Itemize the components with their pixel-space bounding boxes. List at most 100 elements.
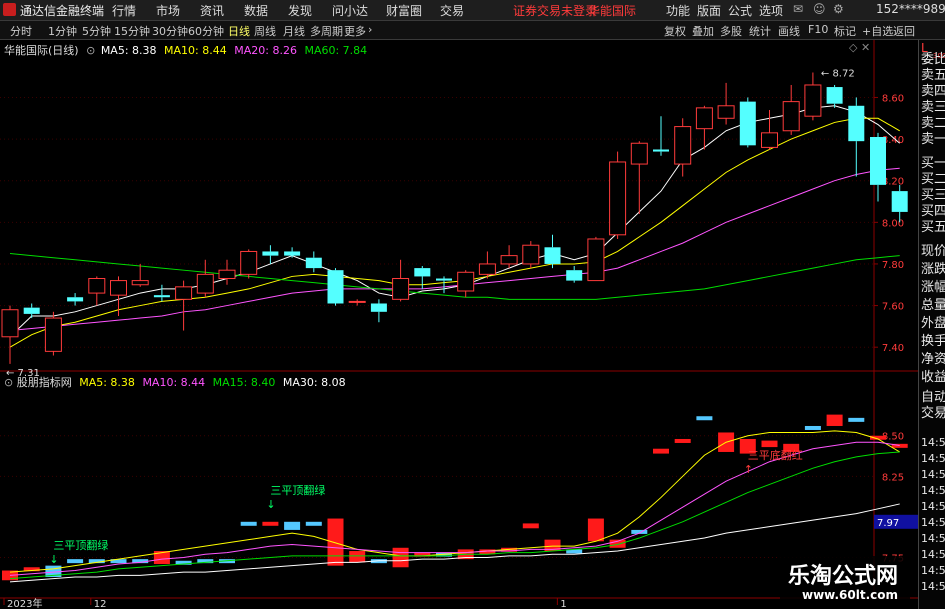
ma20-label: MA20: 8.26 (234, 44, 297, 57)
candle-body (1, 309, 19, 338)
watermark-logo: 乐淘公式网 www.60lt.com (780, 556, 910, 606)
ma60-label: MA60: 7.84 (304, 44, 368, 57)
indicator-bar (848, 417, 865, 422)
candle-body (262, 251, 279, 256)
candle-body (240, 250, 258, 275)
candle-body (782, 101, 800, 132)
candle-body (196, 273, 214, 294)
candle-body (327, 270, 344, 304)
high-price-marker: ← 8.72 (821, 68, 855, 79)
candle-body (414, 268, 431, 277)
x-tick-label: 1 (560, 599, 566, 609)
y-tick-label: 7.60 (882, 302, 904, 313)
ind-ma30-label: MA30: 8.08 (282, 376, 346, 389)
indicator-bar (804, 425, 821, 430)
candle-body (305, 257, 322, 269)
y-tick-label: 8.00 (882, 218, 904, 229)
tick-time: 14:56 (921, 436, 945, 449)
side-item: 外盘 (921, 316, 945, 331)
candle (522, 241, 540, 269)
indicator-bar (674, 438, 691, 443)
candle-body (544, 247, 561, 264)
candle-body (848, 105, 865, 142)
ind-ma15-label: MA15: 8.40 (212, 376, 276, 389)
candle-body (566, 270, 583, 281)
candle-body (348, 300, 366, 303)
candle-body (739, 101, 756, 146)
candle-body (153, 295, 170, 298)
side-item: 净资 (921, 352, 945, 367)
side-item: 收益 (921, 370, 945, 385)
ma10-label: MA10: 8.44 (164, 44, 227, 57)
side-item: 买五 (921, 220, 945, 235)
signal-arrow-icon: ↑ (744, 463, 753, 476)
indicator-bar (349, 551, 366, 563)
indicator-bar (284, 521, 301, 530)
indicator-bar (327, 518, 344, 566)
indicator-bar (761, 440, 778, 448)
signal-label: 三平底翻红 (748, 448, 803, 462)
side-item: 涨幅 (921, 280, 945, 295)
chevron-down-icon[interactable]: ⊙ (86, 44, 95, 57)
tick-time: 14:56 (921, 564, 945, 577)
indicator-bar (826, 414, 843, 426)
indicator-bar (653, 448, 669, 454)
candle-body (587, 238, 605, 282)
side-item: 涨跌 (921, 262, 945, 277)
x-tick-label: 2023年 (7, 597, 42, 609)
indicator-bar (67, 559, 84, 564)
candle-body (23, 307, 40, 314)
tick-time: 14:56 (921, 516, 945, 529)
side-item: 卖一 (921, 132, 945, 147)
indicator-bar (305, 521, 322, 526)
watermark-url: www.60lt.com (802, 588, 899, 602)
candle (739, 97, 756, 148)
indicator-menu-icon[interactable]: ⊙ (4, 376, 13, 389)
candle-body (500, 255, 518, 265)
candle-body (695, 107, 713, 130)
ind-ma5-label: MA5: 8.38 (79, 376, 135, 389)
indicator-bar (240, 521, 257, 526)
candle-body (653, 149, 669, 152)
ind-ma10-label: MA10: 8.44 (142, 376, 206, 389)
ma5-label: MA5: 8.38 (100, 44, 157, 57)
y-tick-label: 7.80 (882, 260, 904, 271)
side-item: 现价 (921, 244, 945, 259)
tick-time: 14:56 (921, 500, 945, 513)
candle-body (761, 132, 778, 148)
signal-arrow-icon: ↓ (49, 553, 58, 566)
kline-chart[interactable]: 8.608.408.208.007.807.607.40 8.508.257.7… (0, 0, 945, 609)
current-value-label: 7.97 (877, 518, 899, 529)
candle-body (826, 87, 843, 104)
candle-body (436, 278, 452, 281)
y-tick-label: 8.25 (882, 472, 904, 483)
indicator-bar (262, 521, 279, 526)
candle-body (131, 280, 149, 286)
signal-arrow-icon: ↓ (266, 498, 275, 511)
side-item: 总量 (921, 298, 945, 313)
trade-label[interactable]: 交易 (921, 402, 945, 421)
candle-body (609, 161, 627, 236)
tick-time: 14:56 (921, 452, 945, 465)
indicator-bar (696, 416, 713, 421)
candle (587, 236, 605, 282)
indicator-bar (587, 518, 604, 542)
candle-body (218, 269, 236, 280)
signal-label: 三平顶翻绿 (53, 538, 108, 552)
watermark-title: 乐淘公式网 (788, 564, 899, 589)
candle (327, 268, 344, 306)
candle-body (891, 191, 908, 212)
tick-time: 14:56 (921, 580, 945, 593)
candle-body (110, 280, 127, 296)
chart-control-icons[interactable]: ◇ ✕ (849, 41, 870, 54)
candle (609, 151, 627, 239)
candle-body (630, 142, 648, 165)
candle-body (457, 271, 475, 292)
candle-body (804, 84, 822, 117)
y-tick-label: 8.60 (882, 93, 904, 104)
quote-side-panel[interactable]: L 300 委比 卖五 卖四 卖三 卖二 卖一 买一 买二 买三 买四 买五 现… (918, 40, 945, 609)
x-tick-label: 12 (94, 599, 107, 609)
signal-label: 三平顶翻绿 (270, 483, 325, 497)
candle-body (284, 251, 301, 256)
candle-body (522, 244, 540, 265)
